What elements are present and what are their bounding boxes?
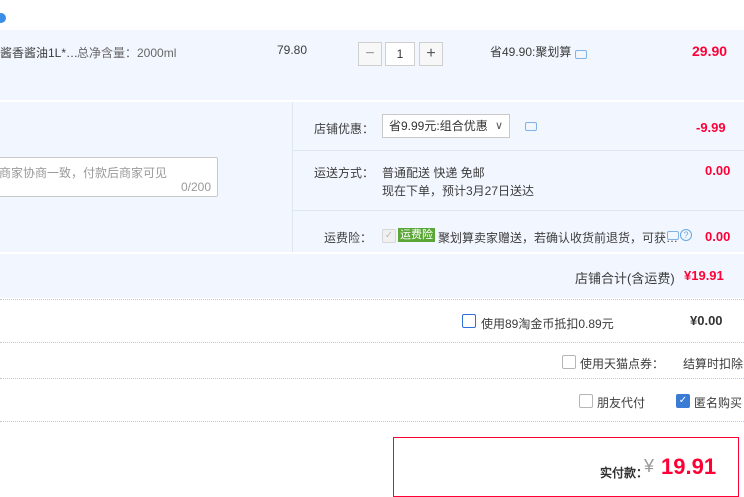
divider [292,210,744,211]
insurance-checkbox[interactable]: ✓ [382,229,396,243]
item-discount: 省49.90:聚划算 [490,45,572,59]
insurance-text: 聚划算卖家赠送，若确认收货前退货，可获… [438,231,679,245]
checkmark-icon: ✓ [678,395,688,406]
divider [0,378,744,379]
friend-pay-label: 朋友代付 [597,396,646,410]
insurance-amount: 0.00 [705,229,731,244]
coins-value: ¥0.00 [690,313,723,328]
promo-amount: -9.99 [696,120,726,135]
payment-currency: ¥ [644,456,655,476]
promo-selected: 省9.99元:组合优惠 [389,119,488,133]
unit-price: 79.80 [277,43,308,57]
shipping-amount: 0.00 [705,163,731,178]
decrease-button[interactable]: − [358,42,382,66]
payment-summary: 实付款： ¥ 19.91 [393,437,739,497]
chat-icon[interactable] [667,231,679,240]
quantity-input[interactable]: 1 [385,42,415,66]
promo-label: 店铺优惠： [314,122,375,136]
payment-amount: 19.91 [661,454,717,479]
insurance-label: 运费险： [324,231,373,245]
coins-checkbox[interactable] [462,314,476,328]
caret-down-icon: ∨ [494,120,503,132]
chat-icon[interactable] [575,50,587,59]
insurance-badge: 运费险 [398,228,435,242]
shipping-eta: 现在下单，预计3月27日送达 [382,184,535,198]
item-subtotal: 29.90 [692,43,728,59]
divider [0,299,744,300]
tmall-points-checkbox[interactable] [562,355,576,369]
help-icon[interactable]: ? [680,229,692,241]
anonymous-checkbox[interactable]: ✓ [676,394,690,408]
item-title[interactable]: 酱香酱油1L*… [0,44,78,61]
coins-label: 使用89淘金币抵扣0.89元 [481,317,614,331]
divider [0,421,744,422]
friend-pay-checkbox[interactable] [579,394,593,408]
chat-icon[interactable] [525,122,537,131]
message-field[interactable]: 商家协商一致，付款后商家可见 0/200 [0,157,218,197]
increase-button[interactable]: + [419,42,443,66]
tmall-points-value: 结算时扣除 [683,357,744,371]
shop-total-value: ¥19.91 [684,268,724,283]
divider [292,150,744,151]
divider [0,342,744,343]
tmall-points-label: 使用天猫点券： [580,357,665,371]
info-dot-icon [0,13,6,23]
message-counter: 0/200 [180,180,211,194]
shipping-method: 普通配送 快递 免邮 [382,166,485,180]
payment-label: 实付款： [600,466,649,480]
shop-total-label: 店铺合计(含运费) [575,271,675,286]
promo-select[interactable]: 省9.99元:组合优惠 ∨ [382,114,510,138]
anonymous-label: 匿名购买 [694,396,743,410]
message-placeholder: 商家协商一致，付款后商家可见 [0,166,168,180]
item-spec: 总净含量：2000ml [77,46,177,60]
divider [292,102,293,252]
shipping-label: 运送方式： [314,166,375,180]
